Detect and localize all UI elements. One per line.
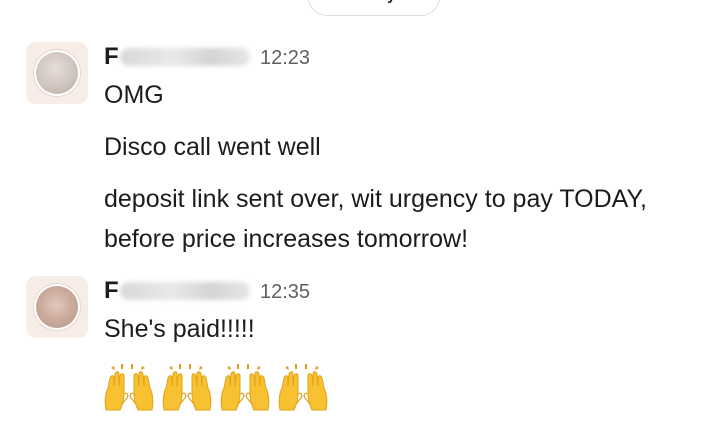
raised-hands-icon: [278, 364, 328, 411]
sender-name[interactable]: F: [104, 278, 119, 304]
emoji-row: [102, 362, 330, 414]
avatar[interactable]: [26, 42, 88, 104]
timestamp[interactable]: 12:35: [260, 280, 310, 304]
message-pane: Today F 12:23 OMG Disco call went well d…: [0, 0, 702, 430]
raised-hands-icon: [220, 364, 270, 411]
message-text: before price increases tomorrow!: [104, 225, 469, 253]
avatar[interactable]: [26, 276, 88, 338]
message-text: OMG: [104, 81, 164, 109]
redacted-name: [120, 282, 250, 300]
message-text: deposit link sent over, wit urgency to p…: [104, 185, 647, 213]
raised-hands-icon: [162, 364, 212, 411]
message-text: Disco call went well: [104, 133, 321, 161]
redacted-name: [120, 48, 250, 66]
raised-hands-icon: [104, 364, 154, 411]
timestamp[interactable]: 12:23: [260, 46, 310, 70]
sender-name[interactable]: F: [104, 44, 119, 70]
day-divider[interactable]: Today: [308, 0, 440, 16]
message-text: She's paid!!!!!: [104, 315, 255, 343]
